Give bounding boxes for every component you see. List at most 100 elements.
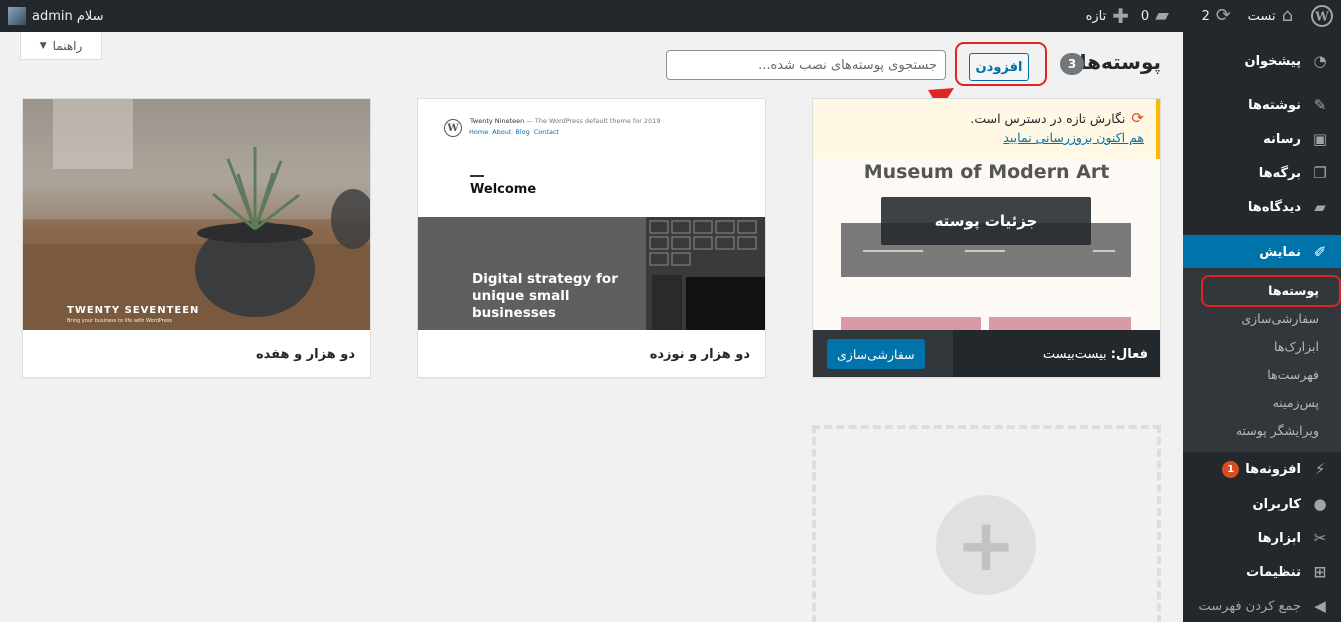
greeting: سلام admin (32, 8, 104, 24)
users-icon: ● (1313, 495, 1327, 513)
themes-submenu-highlight (1201, 275, 1341, 307)
notice-text: نگارش تازه در دسترس است. (970, 111, 1126, 126)
seventeen-brand-sub: Bring your business to life with WordPre… (67, 318, 173, 324)
sidebar-item-plugins[interactable]: ⚡ افزونه‌ها 1 (1183, 452, 1341, 486)
sidebar-item-pages[interactable]: ❐ برگه‌ها (1183, 156, 1341, 190)
submenu-label: ابزارک‌ها (1274, 338, 1319, 354)
submenu-label: ویرایشگر پوسته (1235, 422, 1319, 438)
new-content-link[interactable]: ✚ تازه (1086, 0, 1129, 32)
divider (470, 175, 484, 177)
site-tagline: — The WordPress default theme for 2019 (526, 117, 661, 125)
media-icon: ▣ (1312, 130, 1328, 148)
comments-icon: ▰ (1314, 198, 1326, 216)
active-theme-screenshot: Museum of Modern Art ⟳ نگارش تازه در دستر… (813, 99, 1160, 330)
plus-icon: + (936, 495, 1036, 595)
nav-link: Blog (515, 128, 530, 136)
sidebar-item-label: افزونه‌ها (1245, 461, 1301, 477)
nav-link: Home (469, 128, 489, 136)
pin-icon: ✎ (1313, 96, 1327, 114)
sidebar-item-media[interactable]: ▣ رسانه (1183, 122, 1341, 156)
nineteen-header: W Twenty Nineteen — The WordPress defaul… (418, 99, 765, 217)
sidebar-item-label: دیدگاه‌ها (1247, 199, 1301, 215)
comments-link[interactable]: ▰ 0 (1141, 0, 1169, 32)
sidebar-item-label: تنظیمات (1246, 564, 1301, 580)
nav-link: About (492, 128, 512, 136)
theme-details-button[interactable]: جزئیات پوسته (881, 197, 1091, 245)
plugins-update-badge: 1 (1222, 460, 1240, 478)
calendar-image (646, 217, 765, 330)
caret-down-icon: ▼ (39, 40, 47, 51)
twenty-seventeen-screenshot: TWENTY SEVENTEEN Bring your business to … (23, 99, 370, 330)
svg-text:W: W (1314, 10, 1329, 24)
sidebar-item-appearance[interactable]: ✐ نمایش (1175, 235, 1341, 269)
sidebar-item-label: برگه‌ها (1258, 165, 1301, 181)
tools-icon: ✂ (1313, 529, 1327, 547)
sidebar-item-label: نوشته‌ها (1248, 97, 1301, 113)
add-new-theme-card[interactable]: + (812, 425, 1161, 622)
search-themes-input[interactable] (666, 50, 946, 80)
updates-link[interactable]: ⟳ 2 (1202, 0, 1231, 32)
preview-title: Museum of Modern Art (863, 161, 1110, 183)
submenu-item-menus[interactable]: فهرست‌ها (1183, 360, 1341, 388)
theme-card-twenty-seventeen[interactable]: TWENTY SEVENTEEN Bring your business to … (22, 98, 371, 378)
theme-name: دو هزار و نوزده (418, 330, 765, 377)
collapse-menu-button[interactable]: ◀ جمع کردن فهرست (1183, 589, 1341, 622)
active-theme-name-bar: فعال: بیست‌بیست سفارشی‌سازی (813, 330, 1160, 377)
submenu-item-background[interactable]: پس‌زمینه (1183, 388, 1341, 416)
site-name-link[interactable]: ⌂ تست (1248, 0, 1293, 32)
theme-name: دو هزار و هفده (23, 330, 370, 377)
theme-count-badge: 3 (1060, 53, 1084, 75)
comments-icon: ▰ (1155, 5, 1169, 26)
sidebar-item-label: ابزارها (1257, 530, 1301, 546)
my-account-link[interactable]: سلام admin (8, 0, 104, 32)
site-title: Twenty Nineteen (470, 117, 525, 125)
sidebar-item-dashboard[interactable]: ◔ پیشخوان (1183, 44, 1341, 78)
wordpress-logo-icon[interactable]: W (1311, 0, 1333, 32)
twenty-nineteen-screenshot: W Twenty Nineteen — The WordPress defaul… (418, 99, 765, 330)
sidebar-item-comments[interactable]: ▰ دیدگاه‌ها (1183, 190, 1341, 224)
sidebar-item-users[interactable]: ● کاربران (1183, 487, 1341, 521)
seventeen-brand: TWENTY SEVENTEEN (67, 305, 200, 316)
add-new-highlight (955, 42, 1047, 86)
sidebar-item-label: نمایش (1259, 244, 1301, 260)
comments-count: 0 (1140, 8, 1150, 24)
submenu-item-theme-editor[interactable]: ویرایشگر پوسته (1183, 416, 1341, 444)
active-theme-label: فعال: بیست‌بیست (1043, 347, 1148, 362)
avatar (8, 7, 26, 25)
plugins-icon: ⚡ (1314, 460, 1326, 478)
new-label: تازه (1085, 8, 1107, 24)
update-icon: ⟳ (1131, 109, 1144, 127)
plant-photo (23, 99, 370, 330)
home-icon: ⌂ (1281, 5, 1293, 26)
submenu-label: فهرست‌ها (1267, 366, 1319, 382)
submenu-item-widgets[interactable]: ابزارک‌ها (1183, 332, 1341, 360)
wordpress-logo-icon: W (444, 119, 462, 137)
submenu-label: پس‌زمینه (1272, 394, 1319, 410)
help-tab-button[interactable]: راهنما ▼ (20, 32, 102, 60)
submenu-item-customize[interactable]: سفارشی‌سازی (1183, 304, 1341, 332)
theme-card-twenty-nineteen[interactable]: W Twenty Nineteen — The WordPress defaul… (417, 98, 766, 378)
pages-icon: ❐ (1313, 164, 1327, 182)
active-theme-name: بیست‌بیست (1042, 346, 1107, 362)
submenu-label: سفارشی‌سازی (1241, 310, 1319, 326)
help-label: راهنما (52, 38, 83, 53)
nav-link: Contact (533, 128, 560, 136)
plus-icon: ✚ (1112, 4, 1129, 28)
preview-image-block (841, 317, 981, 330)
sidebar-item-tools[interactable]: ✂ ابزارها (1183, 521, 1341, 555)
sidebar-item-posts[interactable]: ✎ نوشته‌ها (1183, 88, 1341, 122)
site-name: تست (1247, 8, 1276, 24)
sidebar-item-label: کاربران (1252, 496, 1301, 512)
customize-button[interactable]: سفارشی‌سازی (827, 339, 925, 369)
hero-text: Digital strategy for unique small busine… (472, 271, 618, 321)
update-notice: ⟳ نگارش تازه در دسترس است. هم اکنون بروزر… (813, 99, 1160, 159)
collapse-label: جمع کردن فهرست (1198, 598, 1301, 614)
page-title: پوسته‌ها (1079, 50, 1161, 74)
updates-icon: ⟳ (1215, 5, 1231, 26)
admin-bar: W ⌂ تست ⟳ 2 ▰ 0 ✚ تازه سلام admin (0, 0, 1341, 32)
theme-card-active[interactable]: Museum of Modern Art ⟳ نگارش تازه در دستر… (812, 98, 1161, 378)
nineteen-site-title: Twenty Nineteen — The WordPress default … (470, 117, 660, 125)
update-now-link[interactable]: هم اکنون بروزرسانی نمایید (825, 130, 1144, 145)
sidebar-item-settings[interactable]: ⊞ تنظیمات (1183, 555, 1341, 589)
admin-sidebar: ◔ پیشخوان ✎ نوشته‌ها ▣ رسانه ❐ برگه‌ها ▰… (1175, 32, 1341, 622)
